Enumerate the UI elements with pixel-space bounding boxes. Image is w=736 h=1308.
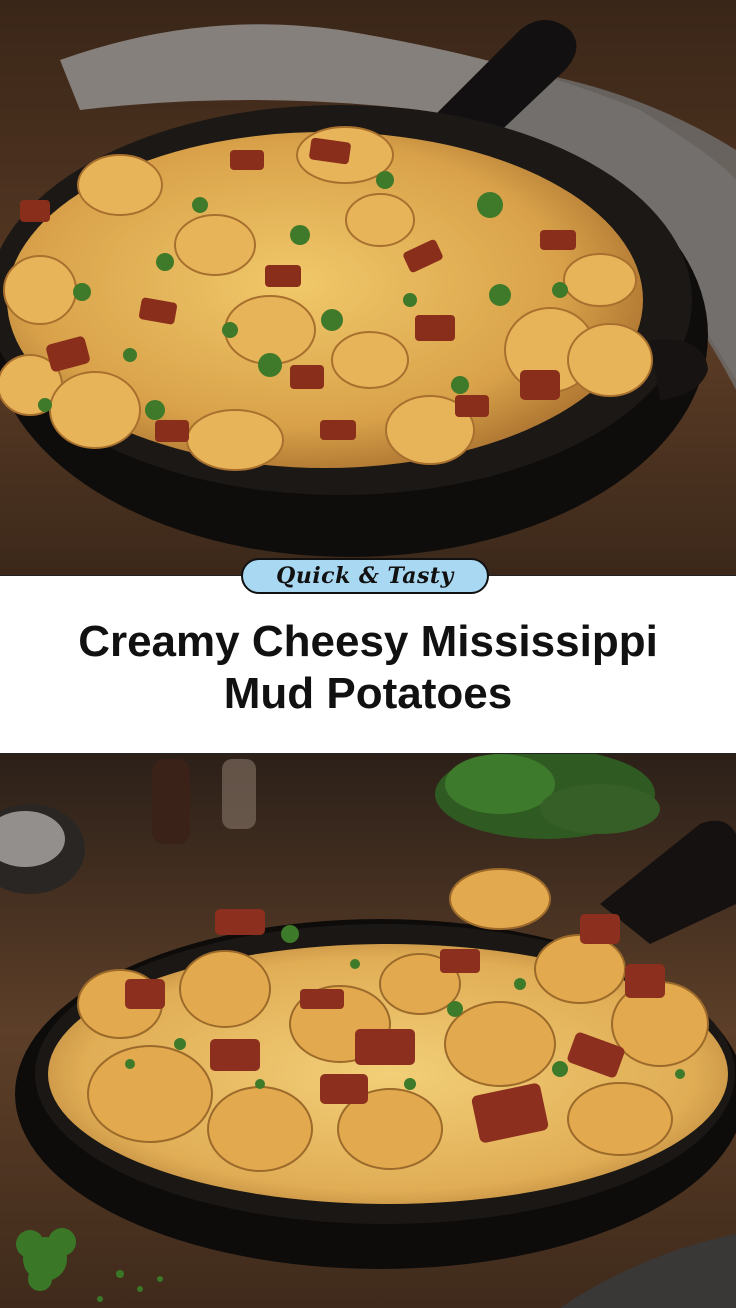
bottom-photo-illustration bbox=[0, 754, 736, 1308]
bottom-food-photo bbox=[0, 754, 736, 1308]
quick-tasty-badge: Quick & Tasty bbox=[241, 558, 489, 594]
top-food-photo bbox=[0, 0, 736, 575]
title-banner: Quick & Tasty Creamy Cheesy Mississippi … bbox=[0, 558, 736, 754]
recipe-title: Creamy Cheesy Mississippi Mud Potatoes bbox=[78, 617, 658, 718]
top-photo-illustration bbox=[0, 0, 736, 575]
